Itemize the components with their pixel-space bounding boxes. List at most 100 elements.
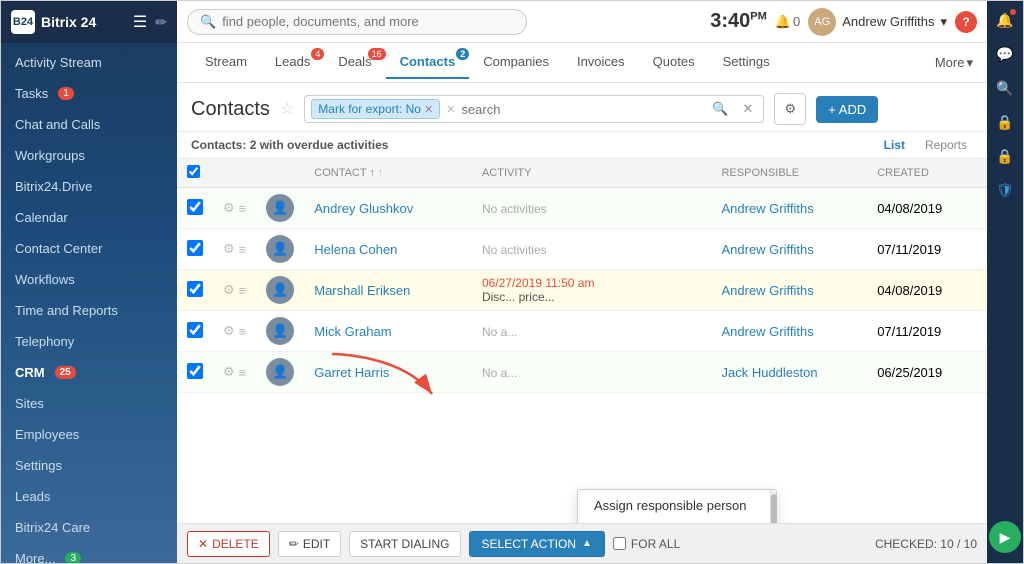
contact-name-link[interactable]: Andrey Glushkov [314, 201, 413, 216]
row-menu-icon[interactable]: ≡ [239, 324, 247, 339]
add-contact-button[interactable]: + ADD [816, 96, 878, 123]
row-actions: ⚙≡ [223, 282, 246, 298]
search-icon[interactable]: 🔍 [990, 73, 1020, 103]
row-checkbox[interactable] [187, 322, 203, 338]
responsible-link[interactable]: Andrew Griffiths [721, 283, 813, 298]
favorite-star-icon[interactable]: ☆ [280, 99, 294, 119]
chat-icon[interactable]: 💬 [990, 39, 1020, 69]
sidebar-item-settings[interactable]: Settings [1, 450, 177, 481]
row-checkbox[interactable] [187, 281, 203, 297]
row-gear-icon[interactable]: ⚙ [223, 323, 235, 339]
main-content: 🔍 3:40PM 🔔 0 AG Andrew Griffiths ▾ ? Str… [177, 1, 987, 563]
tab-companies[interactable]: Companies [469, 46, 563, 79]
row-checkbox[interactable] [187, 199, 203, 215]
sidebar-item-crm[interactable]: CRM 25 [1, 357, 177, 388]
row-gear-icon[interactable]: ⚙ [223, 241, 235, 257]
contact-name-link[interactable]: Mick Graham [314, 324, 391, 339]
gear-button[interactable]: ⚙ [774, 93, 806, 125]
filter-search-icon[interactable]: 🔍 [708, 101, 732, 117]
notification-icon[interactable]: 🔔 0 [775, 14, 800, 30]
go-button[interactable]: ▶ [989, 521, 1021, 553]
sidebar-item-contact-center[interactable]: Contact Center [1, 233, 177, 264]
row-gear-icon[interactable]: ⚙ [223, 200, 235, 216]
sidebar-item-leads[interactable]: Leads [1, 481, 177, 512]
sidebar-item-workflows[interactable]: Workflows [1, 264, 177, 295]
responsible-link[interactable]: Andrew Griffiths [721, 201, 813, 216]
activity-cell: No activities [482, 243, 547, 257]
edit-pencil-icon[interactable]: ✏ [155, 14, 167, 31]
row-menu-icon[interactable]: ≡ [239, 242, 247, 257]
sidebar-item-calendar[interactable]: Calendar [1, 202, 177, 233]
responsible-link[interactable]: Jack Huddleston [721, 365, 817, 380]
select-action-button[interactable]: SELECT ACTION ▲ [469, 531, 605, 557]
for-all-checkbox[interactable] [613, 537, 626, 550]
for-all-label[interactable]: FOR ALL [613, 537, 680, 551]
edit-button[interactable]: ✏ EDIT [278, 531, 341, 557]
shield-icon[interactable]: 🛡 [990, 175, 1020, 205]
dropdown-item-assign[interactable]: Assign responsible person [578, 490, 776, 521]
reports-view-button[interactable]: Reports [919, 136, 973, 154]
user-menu[interactable]: AG Andrew Griffiths ▾ [808, 8, 947, 36]
tab-invoices[interactable]: Invoices [563, 46, 639, 79]
contact-name-link[interactable]: Garret Harris [314, 365, 389, 380]
sidebar-item-label: Employees [15, 427, 79, 442]
filter-search-input[interactable] [461, 102, 702, 117]
filter-tag-close-icon[interactable]: ✕ [424, 103, 433, 116]
created-date: 06/25/2019 [877, 365, 942, 380]
sidebar-item-employees[interactable]: Employees [1, 419, 177, 450]
lock-icon-1[interactable]: 🔒 [990, 107, 1020, 137]
sidebar-item-workgroups[interactable]: Workgroups [1, 140, 177, 171]
tab-contacts[interactable]: Contacts 2 [386, 46, 470, 79]
tab-quotes[interactable]: Quotes [639, 46, 709, 79]
global-search-input[interactable] [222, 14, 514, 29]
lock-icon-2[interactable]: 🔒 [990, 141, 1020, 171]
sidebar-item-more[interactable]: More... 3 [1, 543, 177, 563]
tab-quotes-label: Quotes [653, 54, 695, 69]
sidebar-item-bitrix24-care[interactable]: Bitrix24 Care [1, 512, 177, 543]
list-view-button[interactable]: List [878, 136, 911, 154]
tab-more[interactable]: More ▾ [935, 55, 973, 71]
row-menu-icon[interactable]: ≡ [239, 365, 247, 380]
responsible-link[interactable]: Andrew Griffiths [721, 324, 813, 339]
sidebar-item-sites[interactable]: Sites [1, 388, 177, 419]
search-icon: 🔍 [200, 14, 216, 30]
row-checkbox[interactable] [187, 363, 203, 379]
sidebar-item-bitrix24-drive[interactable]: Bitrix24.Drive [1, 171, 177, 202]
tab-leads[interactable]: Leads 4 [261, 46, 324, 79]
col-header-contact[interactable]: CONTACT ↑ [304, 159, 472, 188]
row-checkbox[interactable] [187, 240, 203, 256]
table-row: ⚙≡ 👤 Andrey Glushkov No activities Andre… [177, 188, 987, 229]
top-bar: 🔍 3:40PM 🔔 0 AG Andrew Griffiths ▾ ? [177, 1, 987, 43]
row-menu-icon[interactable]: ≡ [239, 283, 247, 298]
start-dialing-button[interactable]: START DIALING [349, 531, 460, 557]
tab-stream[interactable]: Stream [191, 46, 261, 79]
row-actions: ⚙≡ [223, 200, 246, 216]
tab-settings[interactable]: Settings [709, 46, 784, 79]
sidebar-item-activity-stream[interactable]: Activity Stream [1, 47, 177, 78]
filter-clear-icon[interactable]: ✕ [738, 101, 757, 117]
sidebar-item-tasks[interactable]: Tasks 1 [1, 78, 177, 109]
responsible-link[interactable]: Andrew Griffiths [721, 242, 813, 257]
delete-button[interactable]: ✕ DELETE [187, 531, 270, 557]
select-all-checkbox[interactable] [187, 165, 200, 178]
sidebar-item-telephony[interactable]: Telephony [1, 326, 177, 357]
row-menu-icon[interactable]: ≡ [239, 201, 247, 216]
activity-cell: No a... [482, 325, 517, 339]
dropdown-item-create-call[interactable]: Create call list [578, 521, 776, 523]
hamburger-icon[interactable]: ☰ [133, 12, 147, 32]
edit-icon: ✏ [289, 537, 299, 551]
help-button[interactable]: ? [955, 11, 977, 33]
contact-avatar: 👤 [266, 358, 294, 386]
sidebar-item-chat-calls[interactable]: Chat and Calls [1, 109, 177, 140]
tab-deals[interactable]: Deals 16 [324, 46, 385, 79]
filter-tag-export[interactable]: Mark for export: No ✕ [311, 99, 440, 119]
sidebar-item-time-reports[interactable]: Time and Reports [1, 295, 177, 326]
sidebar-logo[interactable]: B24 Bitrix 24 [11, 10, 96, 34]
contact-name-link[interactable]: Helena Cohen [314, 242, 397, 257]
row-gear-icon[interactable]: ⚙ [223, 364, 235, 380]
notifications-icon[interactable]: 🔔 [990, 5, 1020, 35]
row-gear-icon[interactable]: ⚙ [223, 282, 235, 298]
more-badge: 3 [65, 552, 81, 563]
contact-name-link[interactable]: Marshall Eriksen [314, 283, 410, 298]
global-search-bar[interactable]: 🔍 [187, 9, 527, 35]
